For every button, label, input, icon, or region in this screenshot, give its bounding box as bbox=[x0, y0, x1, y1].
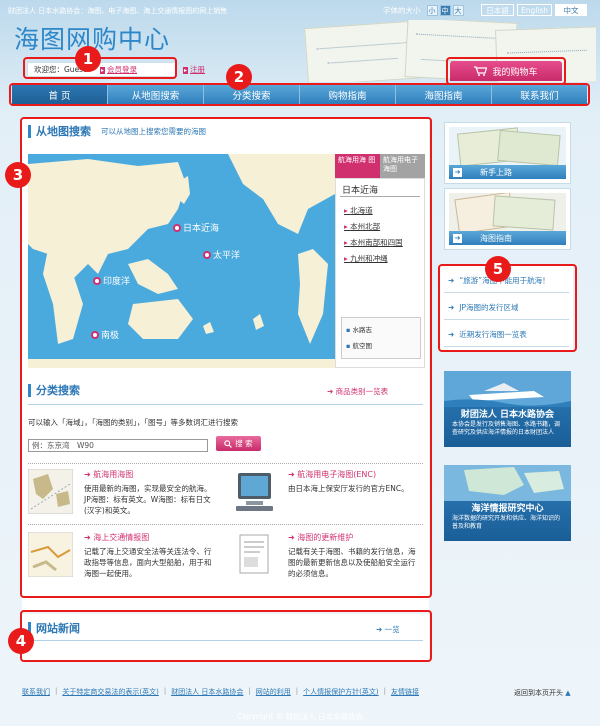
chart-sheets-image bbox=[449, 127, 566, 167]
font-size-label: 字体的大小 bbox=[383, 6, 421, 15]
callout-box-3 bbox=[20, 117, 432, 598]
font-size-small-button[interactable]: 小 bbox=[426, 5, 438, 16]
boat-image bbox=[444, 371, 571, 407]
register-link[interactable]: 注册 bbox=[183, 64, 205, 75]
font-size-large-button[interactable]: 大 bbox=[452, 5, 464, 16]
callout-badge-3: 3 bbox=[5, 162, 31, 188]
callout-box-cart bbox=[446, 57, 566, 85]
language-chinese-button[interactable]: 中文 bbox=[555, 4, 587, 16]
footer-links: 联系我们 | 关于特定商交易法的表示(英文) | 财团法人 日本水路协会 | 网站的利… bbox=[22, 687, 419, 697]
footer-link-friends[interactable]: 友情链接 bbox=[391, 687, 419, 697]
research-center-banner[interactable]: 海洋情报研究中心 海洋数据的研究开发和供应、海洋知识的普及和教育 bbox=[444, 465, 571, 541]
ad-title: 财团法人 日本水路协会 bbox=[460, 410, 555, 420]
chart-image bbox=[444, 465, 571, 501]
banner-caption: ➜ 海图指南 bbox=[449, 231, 566, 245]
language-english-button[interactable]: English bbox=[517, 4, 552, 16]
callout-box-2 bbox=[9, 83, 590, 106]
callout-box-4 bbox=[20, 610, 432, 662]
banner-caption: ➜ 新手上路 bbox=[449, 165, 566, 179]
arrow-right-icon: ➜ bbox=[453, 167, 462, 177]
language-japanese-button[interactable]: 日本語 bbox=[481, 4, 514, 16]
chart-guide-banner[interactable]: ➜ 海图指南 bbox=[444, 188, 571, 250]
back-to-top-link[interactable]: 返回到本页开头 bbox=[514, 688, 571, 698]
copyright: Copyright © 财团法人 日本水路协会 bbox=[236, 712, 364, 721]
ad-title: 海洋情报研究中心 bbox=[471, 504, 544, 514]
jha-banner[interactable]: 财团法人 日本水路协会 本协会是发行及销售海图、水路书籍，调查研究及供应海洋情报… bbox=[444, 371, 571, 447]
page: 财团法人 日本水路协会：海图、电子海图、海上交通情报图的网上销售 字体的大小 小… bbox=[0, 0, 600, 726]
beginner-guide-banner[interactable]: ➜ 新手上路 bbox=[444, 122, 571, 184]
font-size-medium-button[interactable]: 中 bbox=[439, 5, 451, 16]
footer-link-commerce-law[interactable]: 关于特定商交易法的表示(英文) bbox=[62, 687, 158, 697]
chart-sheets-image bbox=[449, 193, 566, 233]
footer-link-jha[interactable]: 财团法人 日本水路协会 bbox=[171, 687, 243, 697]
arrow-right-icon: ➜ bbox=[453, 233, 462, 243]
callout-badge-1: 1 bbox=[75, 46, 101, 72]
footer-link-site-usage[interactable]: 网站的利用 bbox=[256, 687, 291, 697]
site-tagline: 财团法人 日本水路协会：海图、电子海图、海上交通情报图的网上销售 bbox=[8, 7, 228, 15]
font-size-switcher: 字体的大小 小 中 大 bbox=[383, 5, 464, 16]
ad-desc: 本协会是发行及销售海图、水路书籍，调查研究及供应海洋情报的日本财团法人 bbox=[452, 421, 561, 436]
callout-badge-5: 5 bbox=[485, 256, 511, 282]
callout-badge-2: 2 bbox=[226, 64, 252, 90]
callout-badge-4: 4 bbox=[8, 628, 34, 654]
footer-link-contact[interactable]: 联系我们 bbox=[22, 687, 50, 697]
ad-desc: 海洋数据的研究开发和供应、海洋知识的普及和教育 bbox=[452, 515, 561, 530]
footer-link-privacy[interactable]: 个人情报保护方针(英文) bbox=[303, 687, 378, 697]
